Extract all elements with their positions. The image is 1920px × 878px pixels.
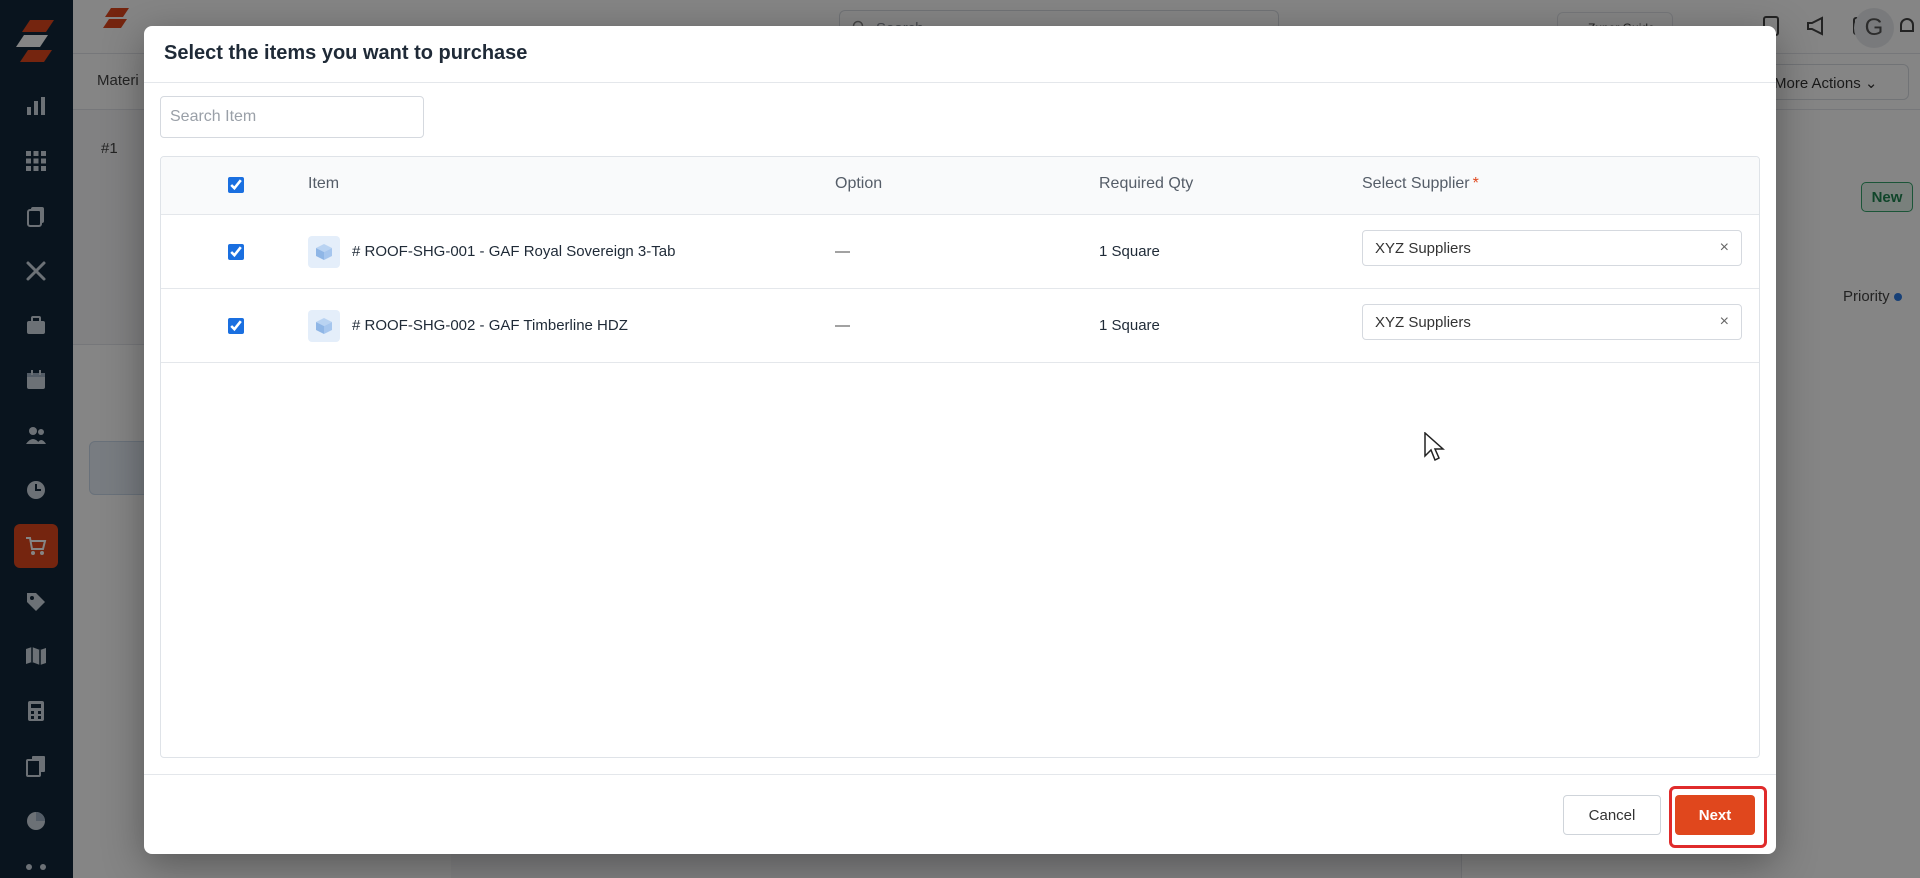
item-required-qty: 1 Square: [1099, 317, 1160, 334]
box-icon: [308, 236, 340, 268]
clear-supplier-icon[interactable]: ×: [1720, 239, 1729, 257]
select-all-checkbox[interactable]: [228, 177, 244, 193]
table-row: # ROOF-SHG-002 - GAF Timberline HDZ — 1 …: [161, 289, 1759, 363]
modal-title: Select the items you want to purchase: [164, 42, 528, 64]
item-name: # ROOF-SHG-002 - GAF Timberline HDZ: [352, 317, 628, 334]
column-header-select-supplier-label: Select Supplier: [1362, 175, 1470, 192]
search-item-input[interactable]: [160, 96, 424, 138]
modal-header: Select the items you want to purchase: [144, 26, 1776, 83]
mouse-cursor-icon: [1424, 432, 1445, 462]
column-header-select-supplier: Select Supplier *: [1362, 175, 1479, 193]
clear-supplier-icon[interactable]: ×: [1720, 313, 1729, 331]
item-option: —: [835, 243, 850, 260]
item-required-qty: 1 Square: [1099, 243, 1160, 260]
item-option: —: [835, 317, 850, 334]
cancel-button[interactable]: Cancel: [1563, 795, 1661, 835]
row-checkbox[interactable]: [228, 244, 244, 260]
next-button[interactable]: Next: [1675, 795, 1755, 835]
table-row: # ROOF-SHG-001 - GAF Royal Sovereign 3-T…: [161, 215, 1759, 289]
column-header-required-qty: Required Qty: [1099, 175, 1194, 192]
supplier-select[interactable]: XYZ Suppliers ×: [1362, 230, 1742, 266]
supplier-value: XYZ Suppliers: [1375, 314, 1471, 331]
item-name: # ROOF-SHG-001 - GAF Royal Sovereign 3-T…: [352, 243, 676, 260]
table-header: Item Option Required Qty Select Supplier…: [161, 157, 1759, 215]
supplier-select[interactable]: XYZ Suppliers ×: [1362, 304, 1742, 340]
supplier-value: XYZ Suppliers: [1375, 240, 1471, 257]
row-checkbox[interactable]: [228, 318, 244, 334]
purchase-items-modal: Select the items you want to purchase It…: [144, 26, 1776, 854]
items-table: Item Option Required Qty Select Supplier…: [160, 156, 1760, 758]
column-header-item: Item: [308, 175, 340, 192]
required-marker: *: [1472, 175, 1479, 192]
box-icon: [308, 310, 340, 342]
modal-footer: Cancel Next: [144, 774, 1776, 854]
column-header-option: Option: [835, 175, 883, 192]
